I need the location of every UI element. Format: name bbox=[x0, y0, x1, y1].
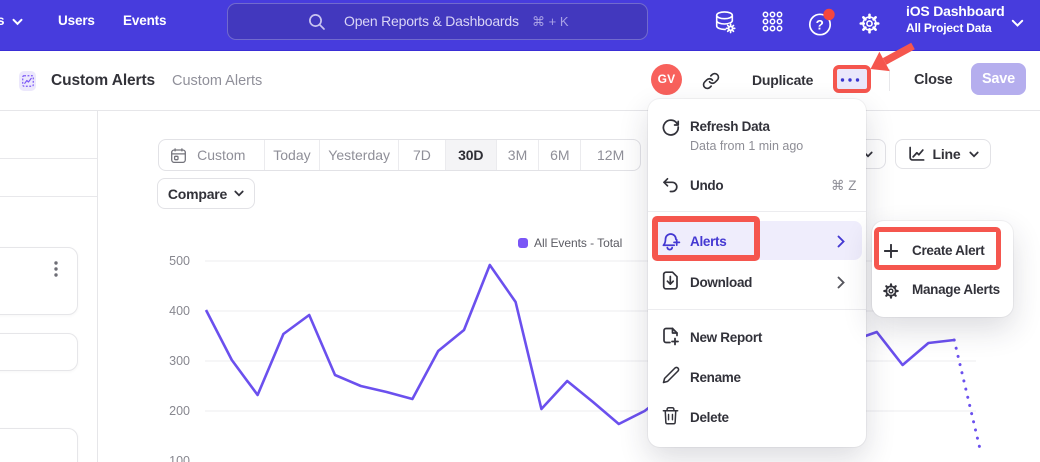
svg-text:?: ? bbox=[816, 17, 824, 32]
